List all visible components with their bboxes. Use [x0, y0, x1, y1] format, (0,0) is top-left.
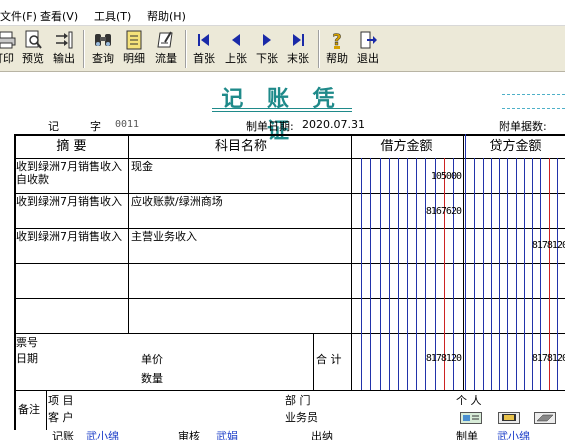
preview-icon	[25, 30, 42, 49]
help-icon: ?	[332, 30, 342, 49]
preview-button[interactable]: 预览	[20, 28, 46, 70]
voucher-number-label: 字	[90, 120, 101, 133]
summary-header: 摘 要	[56, 139, 87, 154]
title-underline	[212, 108, 352, 109]
voucher-type: 记	[48, 120, 59, 133]
title-underline	[212, 111, 352, 112]
grid-notes-line	[14, 390, 565, 391]
toolbar: 打印 预览 输出 查询 明细 流量 首张 上张 下张 末张 ? 帮助	[0, 26, 565, 72]
menu-tools[interactable]: 工具(T)	[94, 8, 131, 24]
print-button[interactable]: 打印	[0, 28, 18, 70]
account-header: 科目名称	[214, 139, 267, 154]
unit-price-label: 单价	[141, 353, 163, 366]
export-icon	[56, 31, 73, 49]
prev-button[interactable]: 上张	[222, 28, 250, 70]
total-label: 合 计	[316, 353, 342, 366]
grid-col-line	[46, 390, 47, 430]
row-3-summary[interactable]: 收到绿洲7月销售收入	[16, 230, 128, 243]
flow-button[interactable]: 流量	[152, 28, 180, 70]
date-label: 制单日期:	[246, 120, 294, 133]
exit-icon	[360, 31, 377, 49]
export-button[interactable]: 输出	[50, 28, 78, 70]
bookkeeper-name: 武小绵	[86, 430, 119, 440]
exit-button[interactable]: 退出	[354, 28, 382, 70]
toolbar-separator	[318, 30, 320, 68]
grid-col-line	[313, 333, 314, 390]
row-2-summary[interactable]: 收到绿洲7月销售收入	[16, 195, 128, 208]
ticket-no-label: 票号	[16, 336, 38, 349]
notes-card-icon[interactable]	[460, 412, 482, 424]
menu-bar: 文件(F) 查看(V) 工具(T) 帮助(H)	[0, 0, 565, 26]
next-icon	[263, 34, 271, 46]
prev-icon	[232, 34, 240, 46]
detail-button[interactable]: 明细	[120, 28, 148, 70]
row-1-account[interactable]: 现金	[131, 160, 351, 173]
signoff-row: 记账 武小绵 审核 武娟 出纳 制单 武小绵	[0, 430, 565, 440]
menu-view[interactable]: 查看(V)	[40, 8, 78, 24]
credit-header: 贷方金额	[489, 139, 542, 154]
menu-help[interactable]: 帮助(H)	[147, 8, 186, 24]
review-label: 审核	[178, 430, 200, 440]
row-3-account[interactable]: 主营业务收入	[131, 230, 351, 243]
salesperson-label: 业务员	[285, 411, 318, 424]
individual-label: 个 人	[456, 394, 482, 407]
flow-icon	[157, 31, 173, 48]
last-icon	[293, 34, 304, 46]
query-button[interactable]: 查询	[89, 28, 117, 70]
first-icon	[198, 34, 209, 46]
menu-file[interactable]: 文件(F)	[0, 8, 37, 24]
grid-digit-line	[465, 134, 466, 390]
voucher-date[interactable]: 2020.07.31	[302, 118, 365, 131]
printer-icon	[0, 31, 16, 49]
decorative-dash	[502, 108, 565, 109]
preparer-label: 制单	[456, 430, 478, 440]
toolbar-separator	[83, 30, 85, 68]
debit-header: 借方金额	[380, 139, 433, 154]
quantity-label: 数量	[141, 372, 163, 385]
bookkeeping-label: 记账	[52, 430, 74, 440]
footer-date-label: 日期	[16, 352, 38, 365]
row-1-debit[interactable]: 105000	[354, 171, 462, 182]
decorative-dash	[502, 94, 565, 95]
notes-label: 备注	[18, 403, 40, 416]
total-credit: 8178120	[531, 353, 565, 364]
toolbar-separator	[185, 30, 187, 68]
grid-col-line	[351, 134, 352, 390]
last-button[interactable]: 末张	[284, 28, 312, 70]
grid-col-line	[463, 134, 464, 390]
project-label: 项 目	[48, 394, 74, 407]
customer-label: 客 户	[48, 411, 74, 424]
preparer-name: 武小绵	[497, 430, 530, 440]
grid-border-top	[14, 134, 565, 136]
row-1-summary[interactable]: 收到绿洲7月销售收入自收款	[16, 160, 128, 186]
total-debit: 8178120	[425, 353, 462, 364]
cashier-label: 出纳	[311, 430, 333, 440]
row-3-credit[interactable]: 8178120	[466, 240, 565, 251]
row-2-account[interactable]: 应收账款/绿洲商场	[131, 195, 351, 208]
department-label: 部 门	[285, 394, 311, 407]
notes-monitor-icon[interactable]	[498, 412, 520, 424]
voucher-number[interactable]: 0011	[115, 119, 139, 130]
first-button[interactable]: 首张	[190, 28, 218, 70]
attachments-label: 附单据数:	[499, 120, 547, 133]
help-button[interactable]: ? 帮助	[323, 28, 351, 70]
grid-col-line	[128, 134, 129, 333]
row-2-debit[interactable]: 8167620	[354, 206, 462, 217]
reviewer-name: 武娟	[216, 430, 238, 440]
binoculars-icon	[95, 34, 111, 46]
detail-icon	[126, 30, 142, 50]
notes-scanner-icon[interactable]	[534, 412, 556, 424]
next-button[interactable]: 下张	[253, 28, 281, 70]
